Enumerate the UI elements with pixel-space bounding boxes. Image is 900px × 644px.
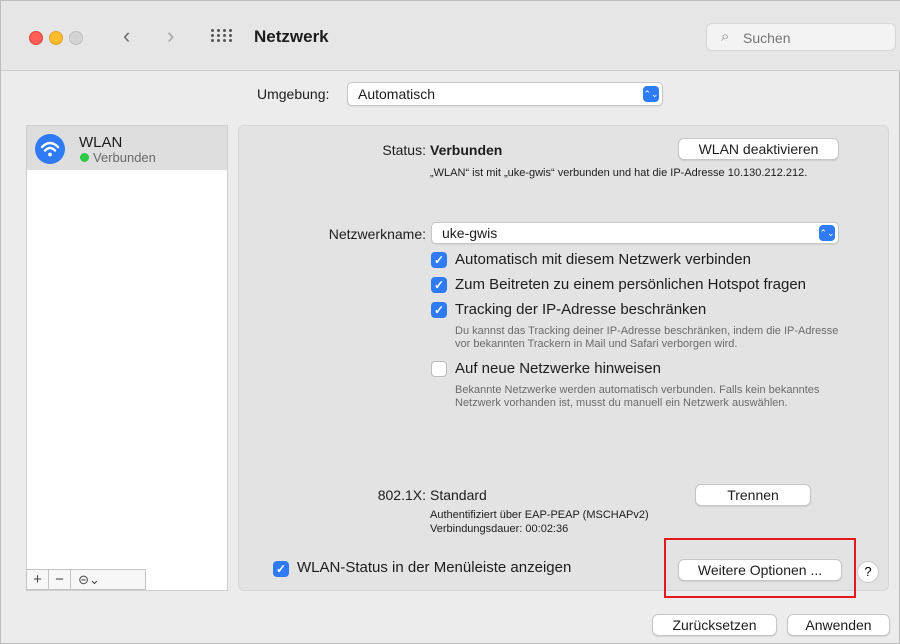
service-name: WLAN xyxy=(79,134,123,151)
back-icon[interactable]: ‹ xyxy=(123,23,130,49)
zoom-window-button[interactable] xyxy=(69,31,83,45)
service-list: WLAN Verbunden xyxy=(26,125,228,591)
connected-status-dot xyxy=(80,153,89,162)
wlan-disable-button[interactable]: WLAN deaktivieren xyxy=(678,138,839,160)
window-title: Netzwerk xyxy=(254,27,329,46)
revert-button[interactable]: Zurücksetzen xyxy=(652,614,777,636)
network-name-value: uke-gwis xyxy=(442,225,498,241)
search-icon: ⌕ xyxy=(721,28,730,45)
dot1x-label: 802.1X: xyxy=(377,487,426,503)
popup-chevron-icon: ⌃⌄ xyxy=(643,86,659,102)
hotspot-ask-label: Zum Beitreten zu einem persönlichen Hots… xyxy=(455,276,807,293)
apply-button[interactable]: Anwenden xyxy=(787,614,890,636)
network-preferences-window: ‹ › Netzwerk ⌕ Umgebung: Automatisch ⌃⌄ xyxy=(0,0,900,644)
ask-new-networks-label: Auf neue Netzwerke hinweisen xyxy=(455,360,661,377)
service-status: Verbunden xyxy=(93,150,156,165)
service-list-controls: + − ⊝⌄ xyxy=(26,569,146,590)
dot1x-duration: Verbindungsdauer: 00:02:36 xyxy=(430,523,569,535)
hotspot-ask-checkbox[interactable]: ✓ xyxy=(431,277,447,293)
help-button[interactable]: ? xyxy=(857,561,879,583)
show-wlan-in-menubar-checkbox[interactable]: ✓ xyxy=(273,561,289,577)
network-name-popup[interactable]: uke-gwis ⌃⌄ xyxy=(431,222,839,244)
minimize-window-button[interactable] xyxy=(49,31,63,45)
location-label: Umgebung: xyxy=(257,86,330,102)
add-service-button[interactable]: + xyxy=(27,570,49,589)
ask-new-networks-note: Bekannte Netzwerke werden automatisch ve… xyxy=(455,384,820,409)
popup-chevron-icon: ⌃⌄ xyxy=(819,225,835,241)
show-wlan-in-menubar-label: WLAN-Status in der Menüleiste anzeigen xyxy=(297,559,572,576)
toolbar: ‹ › Netzwerk ⌕ xyxy=(1,1,900,71)
close-window-button[interactable] xyxy=(29,31,43,45)
show-all-grid-icon[interactable] xyxy=(211,29,233,43)
location-popup[interactable]: Automatisch ⌃⌄ xyxy=(347,82,663,106)
search-field[interactable]: ⌕ xyxy=(706,23,896,51)
status-label: Status: xyxy=(382,142,426,158)
disconnect-button[interactable]: Trennen xyxy=(695,484,811,506)
status-value: Verbunden xyxy=(430,142,503,158)
limit-ip-tracking-note: Du kannst das Tracking deiner IP-Adresse… xyxy=(455,325,839,350)
service-action-menu-button[interactable]: ⊝⌄ xyxy=(71,570,107,589)
dot1x-auth: Authentifiziert über EAP-PEAP (MSCHAPv2) xyxy=(430,509,649,521)
limit-ip-tracking-checkbox[interactable]: ✓ xyxy=(431,302,447,318)
highlight-box xyxy=(664,538,856,598)
status-description: „WLAN“ ist mit „uke-gwis“ verbunden und … xyxy=(430,167,808,179)
auto-join-checkbox[interactable]: ✓ xyxy=(431,252,447,268)
search-input[interactable] xyxy=(743,28,883,48)
location-value: Automatisch xyxy=(358,86,436,102)
limit-ip-tracking-label: Tracking der IP-Adresse beschränken xyxy=(455,301,707,318)
wifi-icon xyxy=(35,134,65,164)
dot1x-value: Standard xyxy=(430,487,487,503)
service-item-wlan[interactable]: WLAN Verbunden xyxy=(27,126,227,170)
ask-new-networks-checkbox[interactable] xyxy=(431,361,447,377)
auto-join-label: Automatisch mit diesem Netzwerk verbinde… xyxy=(455,251,751,268)
network-name-label: Netzwerkname: xyxy=(328,226,426,242)
forward-icon[interactable]: › xyxy=(167,23,174,49)
remove-service-button[interactable]: − xyxy=(49,570,71,589)
